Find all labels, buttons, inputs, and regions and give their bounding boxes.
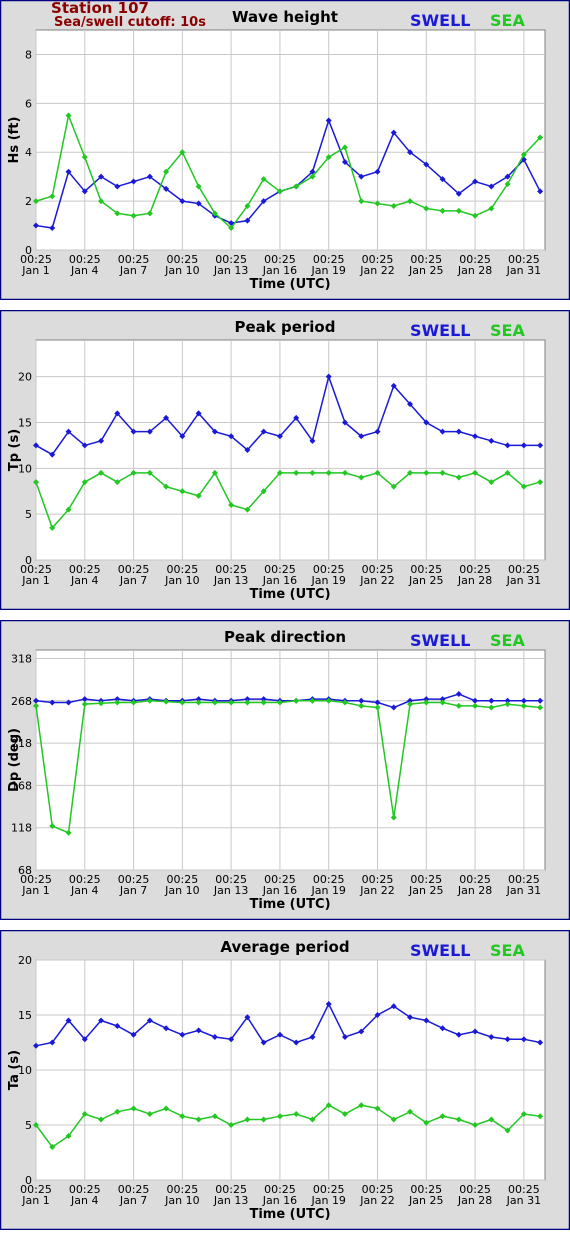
x-tick-date: Jan 25 bbox=[408, 574, 443, 587]
legend-swell: SWELL bbox=[410, 941, 471, 960]
chart-title: Average period bbox=[220, 938, 349, 956]
x-tick-date: Jan 10 bbox=[164, 574, 199, 587]
y-tick-label: 268 bbox=[11, 695, 32, 708]
x-axis-label: Time (UTC) bbox=[249, 587, 330, 602]
y-tick-label: 15 bbox=[18, 1009, 32, 1022]
x-tick-date: Jan 19 bbox=[310, 1194, 345, 1207]
x-tick-date: Jan 22 bbox=[359, 884, 394, 897]
x-tick-date: Jan 7 bbox=[119, 1194, 147, 1207]
y-tick-label: 118 bbox=[11, 822, 32, 835]
y-axis-label: Tp (s) bbox=[7, 429, 22, 471]
y-tick-label: 15 bbox=[18, 417, 32, 430]
x-tick-date: Jan 31 bbox=[506, 264, 541, 277]
y-axis-label: Ta (s) bbox=[7, 1050, 22, 1090]
x-tick-date: Jan 16 bbox=[262, 1194, 297, 1207]
x-axis-label: Time (UTC) bbox=[249, 1207, 330, 1222]
y-tick-label: 20 bbox=[18, 954, 32, 967]
x-tick-date: Jan 31 bbox=[506, 574, 541, 587]
x-tick-date: Jan 16 bbox=[262, 264, 297, 277]
chart-peak-period: 0510152000:25Jan 100:25Jan 400:25Jan 700… bbox=[0, 310, 570, 610]
x-tick-date: Jan 1 bbox=[21, 264, 49, 277]
x-tick-date: Jan 16 bbox=[262, 574, 297, 587]
x-tick-date: Jan 22 bbox=[359, 264, 394, 277]
chart-wave-height: 0246800:25Jan 100:25Jan 400:25Jan 700:25… bbox=[0, 0, 570, 300]
chart-panel-peak-direction: 68 118 168 218 268 318 00:25 Jan 1 00:25 Jan 4 00:… bbox=[0, 620, 570, 930]
x-tick-date: Jan 4 bbox=[70, 574, 98, 587]
y-tick-label: 20 bbox=[18, 371, 32, 384]
x-tick-date: Jan 22 bbox=[359, 1194, 394, 1207]
x-tick-date: Jan 4 bbox=[70, 264, 98, 277]
x-tick-date: Jan 19 bbox=[310, 574, 345, 587]
x-axis-label: Time (UTC) bbox=[249, 897, 330, 912]
x-tick-date: Jan 1 bbox=[21, 574, 49, 587]
y-tick-label: 5 bbox=[25, 1119, 32, 1132]
chart-panel-average-period: 0 5 10 15 20 00:25 Jan 1 00:25 Jan 4 00:25 Jan 7 00… bbox=[0, 930, 570, 1240]
plot-area bbox=[35, 339, 546, 561]
y-tick-label: 8 bbox=[25, 48, 32, 61]
legend-swell: SWELL bbox=[410, 11, 471, 30]
x-tick-date: Jan 7 bbox=[119, 884, 147, 897]
legend-sea: SEA bbox=[490, 321, 525, 340]
x-tick-date: Jan 28 bbox=[457, 264, 492, 277]
x-tick-date: Jan 28 bbox=[457, 884, 492, 897]
x-tick-date: Jan 28 bbox=[457, 1194, 492, 1207]
x-tick-date: Jan 22 bbox=[359, 574, 394, 587]
y-tick-label: 2 bbox=[25, 195, 32, 208]
y-tick-label: 318 bbox=[11, 652, 32, 665]
y-axis-label: Hs (ft) bbox=[7, 117, 22, 164]
x-tick-date: Jan 31 bbox=[506, 884, 541, 897]
x-tick-date: Jan 13 bbox=[213, 884, 248, 897]
x-tick-date: Jan 1 bbox=[21, 884, 49, 897]
plot-area bbox=[35, 29, 546, 251]
chart-panel-wave-height: 0 2 4 6 8 00:25 Jan 1 00:25 Jan 4 00:25 Jan 7 00:25… bbox=[0, 0, 570, 310]
chart-panel-peak-period: 0 5 10 15 20 00:25 Jan 1 00:25 Jan 4 00:25 Jan 7 00… bbox=[0, 310, 570, 620]
x-tick-date: Jan 10 bbox=[164, 264, 199, 277]
x-tick-date: Jan 25 bbox=[408, 1194, 443, 1207]
y-tick-label: 6 bbox=[25, 97, 32, 110]
x-tick-date: Jan 7 bbox=[119, 264, 147, 277]
chart-title: Peak direction bbox=[224, 628, 346, 646]
chart-average-period: 0510152000:25Jan 100:25Jan 400:25Jan 700… bbox=[0, 930, 570, 1230]
x-tick-date: Jan 16 bbox=[262, 884, 297, 897]
chart-title: Peak period bbox=[235, 318, 336, 336]
x-tick-date: Jan 13 bbox=[213, 574, 248, 587]
station-name: Station 107 bbox=[51, 0, 149, 17]
x-tick-date: Jan 13 bbox=[213, 264, 248, 277]
x-tick-date: Jan 4 bbox=[70, 884, 98, 897]
sea-swell-cutoff: Sea/swell cutoff: 10s bbox=[54, 15, 206, 30]
x-tick-date: Jan 10 bbox=[164, 884, 199, 897]
x-tick-date: Jan 25 bbox=[408, 264, 443, 277]
legend-sea: SEA bbox=[490, 941, 525, 960]
plot-area bbox=[35, 649, 546, 871]
legend-sea: SEA bbox=[490, 631, 525, 650]
x-tick-date: Jan 13 bbox=[213, 1194, 248, 1207]
y-tick-label: 5 bbox=[25, 508, 32, 521]
y-tick-label: 4 bbox=[25, 146, 32, 159]
x-tick-date: Jan 1 bbox=[21, 1194, 49, 1207]
legend-sea: SEA bbox=[490, 11, 525, 30]
x-tick-date: Jan 19 bbox=[310, 884, 345, 897]
legend-swell: SWELL bbox=[410, 321, 471, 340]
x-tick-date: Jan 28 bbox=[457, 574, 492, 587]
legend-swell: SWELL bbox=[410, 631, 471, 650]
x-tick-date: Jan 25 bbox=[408, 884, 443, 897]
y-axis-label: Dp (deg) bbox=[7, 728, 22, 792]
chart-peak-direction: 6811816821826831800:25Jan 100:25Jan 400:… bbox=[0, 620, 570, 920]
x-tick-date: Jan 19 bbox=[310, 264, 345, 277]
x-tick-date: Jan 31 bbox=[506, 1194, 541, 1207]
x-tick-date: Jan 10 bbox=[164, 1194, 199, 1207]
x-axis-label: Time (UTC) bbox=[249, 277, 330, 292]
x-tick-date: Jan 7 bbox=[119, 574, 147, 587]
x-tick-date: Jan 4 bbox=[70, 1194, 98, 1207]
